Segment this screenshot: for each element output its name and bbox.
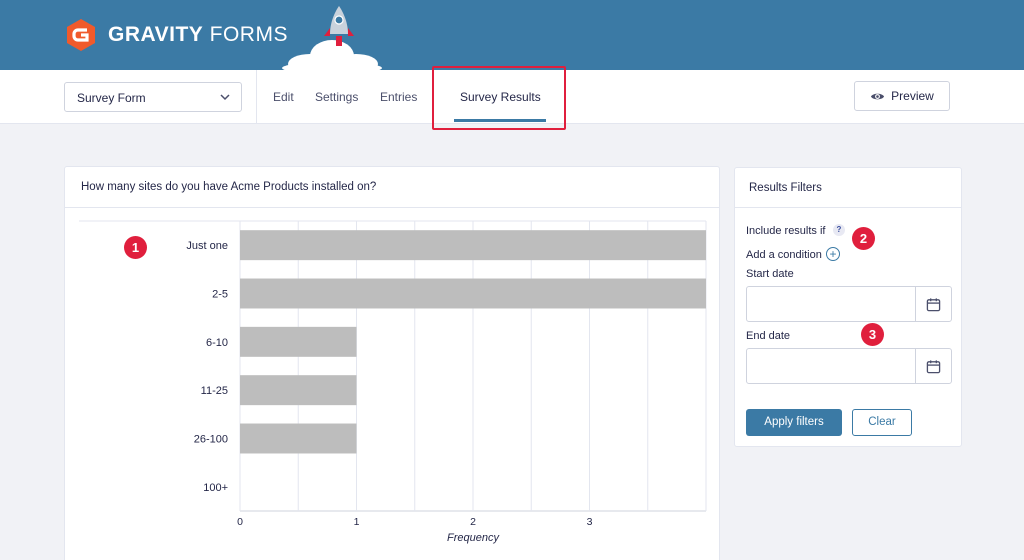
calendar-icon bbox=[926, 359, 941, 373]
results-bar-chart: Just one 2-5 6-10 11-25 26-100 100+ 0 1 2 3 Freque… bbox=[79, 220, 707, 544]
chevron-down-icon bbox=[220, 94, 230, 101]
chart-x-tick-label: 0 bbox=[237, 516, 243, 528]
filters-divider bbox=[735, 207, 961, 208]
chart-category-label: Just one bbox=[186, 240, 228, 252]
start-date-calendar-button[interactable] bbox=[915, 287, 951, 321]
start-date-label: Start date bbox=[746, 268, 794, 280]
end-date-field bbox=[746, 348, 952, 384]
survey-results-highlight bbox=[432, 66, 566, 130]
chart-bar bbox=[240, 326, 357, 357]
rocket-illustration-icon bbox=[282, 6, 382, 72]
end-date-label: End date bbox=[746, 330, 791, 342]
form-select-dropdown[interactable]: Survey Form bbox=[64, 82, 242, 112]
chart-category-label: 26-100 bbox=[194, 434, 228, 446]
include-results-label: Include results if bbox=[746, 225, 826, 237]
clear-button[interactable]: Clear bbox=[852, 409, 912, 436]
tab-entries[interactable]: Entries bbox=[380, 90, 417, 104]
preview-label: Preview bbox=[891, 89, 934, 103]
results-filters-panel: Results Filters Include results if ? Add… bbox=[734, 167, 962, 447]
preview-button[interactable]: Preview bbox=[854, 81, 950, 111]
gravity-forms-logo: GRAVITY FORMS bbox=[64, 18, 288, 52]
chart-category-label: 2-5 bbox=[212, 289, 228, 301]
chart-x-tick-label: 1 bbox=[354, 516, 360, 528]
logo-text: GRAVITY FORMS bbox=[108, 23, 288, 46]
chart-x-axis-label: Frequency bbox=[447, 532, 500, 544]
calendar-icon bbox=[926, 297, 941, 311]
chart-bar bbox=[240, 278, 706, 309]
gravity-forms-logo-icon bbox=[67, 19, 95, 51]
chart-bar bbox=[240, 375, 357, 406]
start-date-field bbox=[746, 286, 952, 322]
chart-category-label: 11-25 bbox=[201, 385, 228, 397]
apply-filters-button[interactable]: Apply filters bbox=[746, 409, 842, 436]
start-date-input[interactable] bbox=[747, 287, 915, 321]
chart-category-label: 6-10 bbox=[206, 337, 228, 349]
tab-edit[interactable]: Edit bbox=[273, 90, 294, 104]
callout-badge-2: 2 bbox=[852, 227, 875, 250]
top-header: GRAVITY FORMS bbox=[0, 0, 1024, 72]
tab-settings[interactable]: Settings bbox=[315, 90, 358, 104]
callout-badge-1: 1 bbox=[124, 236, 147, 259]
plus-circle-icon[interactable]: + bbox=[826, 247, 840, 261]
end-date-calendar-button[interactable] bbox=[915, 349, 951, 383]
chart-x-tick-label: 2 bbox=[470, 516, 476, 528]
toolbar-divider bbox=[256, 70, 257, 124]
eye-icon bbox=[871, 93, 885, 99]
add-condition-link[interactable]: Add a condition bbox=[746, 249, 822, 261]
chart-x-tick-label: 3 bbox=[587, 516, 593, 528]
chart-bar bbox=[240, 423, 357, 454]
chart-bar bbox=[240, 230, 706, 261]
chart-category-label: 100+ bbox=[203, 482, 228, 494]
help-icon[interactable]: ? bbox=[833, 224, 845, 236]
survey-results-panel: How many sites do you have Acme Products… bbox=[64, 166, 720, 560]
filters-title: Results Filters bbox=[749, 182, 822, 194]
callout-badge-3: 3 bbox=[861, 323, 884, 346]
form-select-value: Survey Form bbox=[77, 91, 146, 105]
end-date-input[interactable] bbox=[747, 349, 915, 383]
